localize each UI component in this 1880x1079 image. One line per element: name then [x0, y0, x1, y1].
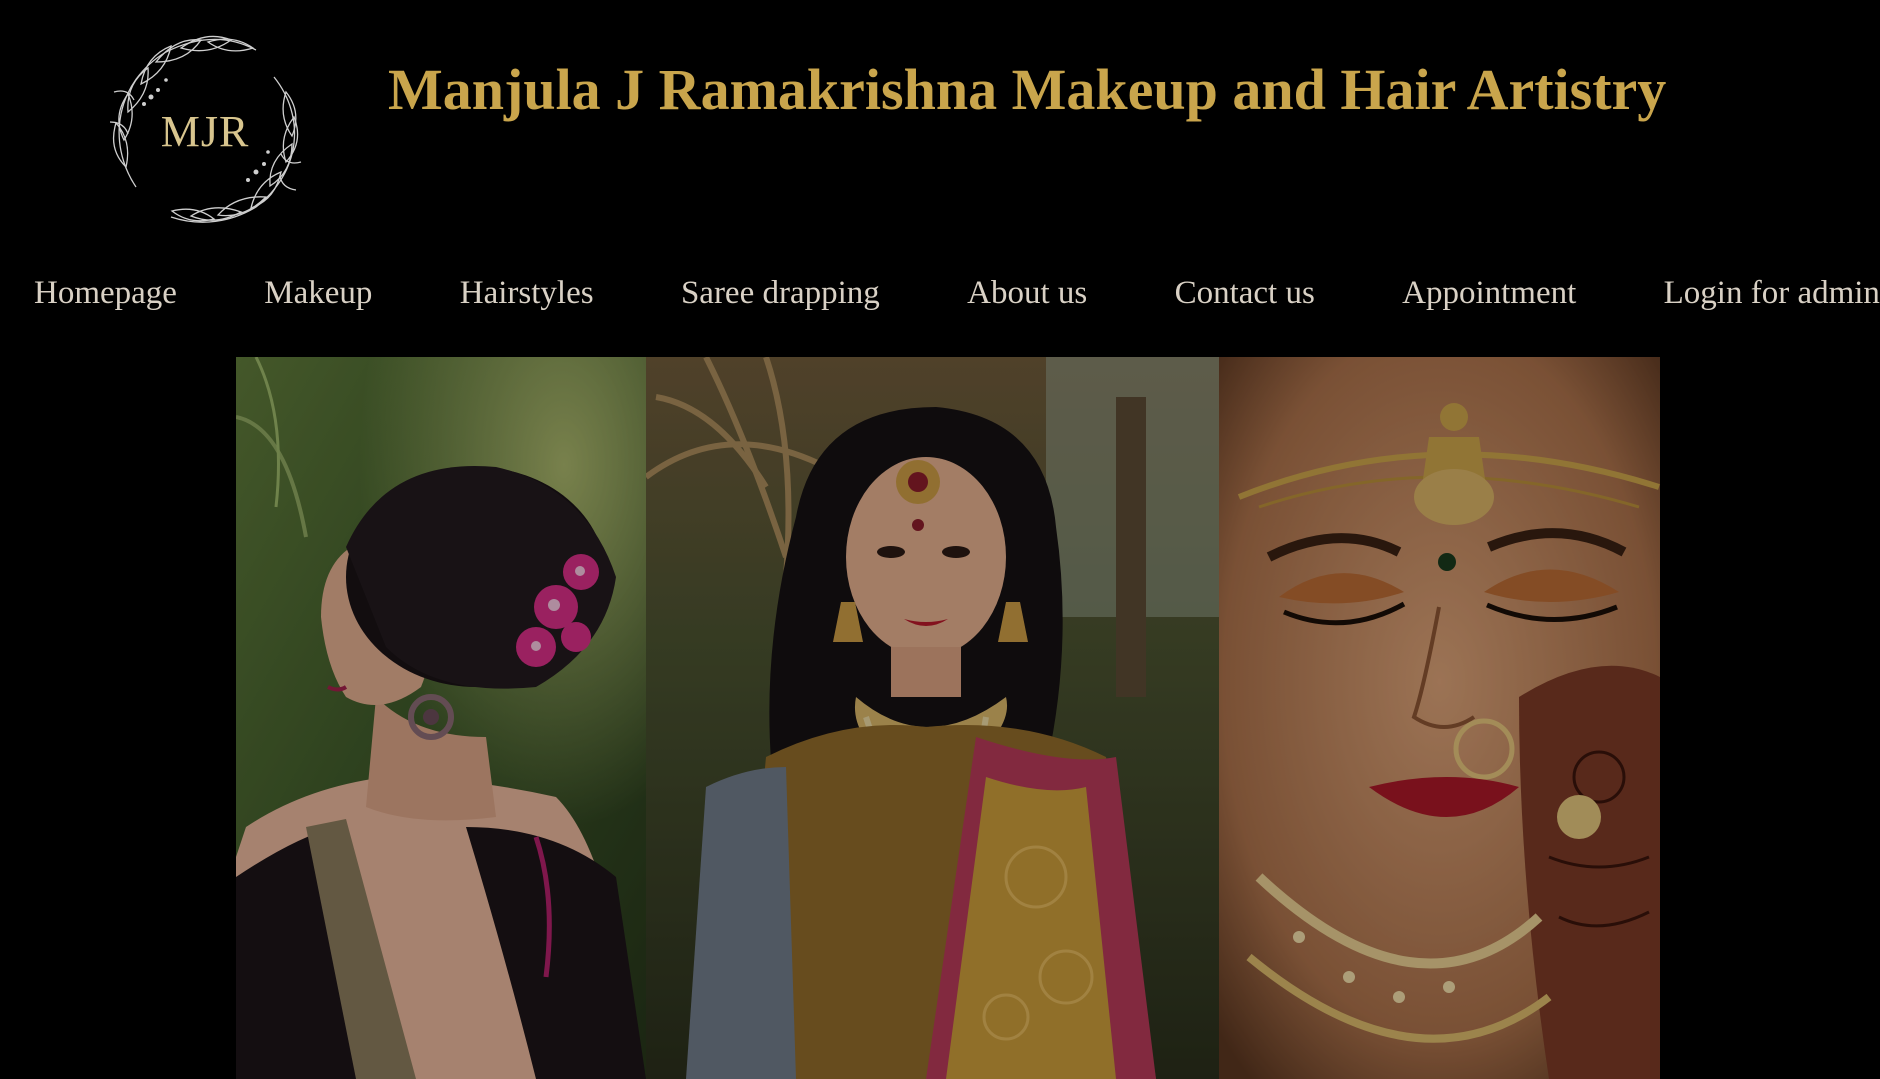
- nav-item-hairstyles[interactable]: Hairstyles: [460, 275, 594, 312]
- logo[interactable]: MJR: [96, 22, 314, 240]
- main-nav: Homepage Makeup Hairstyles Saree drappin…: [0, 268, 1880, 318]
- nav-item-contact-us[interactable]: Contact us: [1175, 275, 1315, 312]
- logo-text: MJR: [160, 106, 250, 156]
- bride-closeup-photo: [1219, 357, 1660, 1079]
- gallery-photo-makeup-closeup[interactable]: [1219, 357, 1660, 1079]
- site-title: Manjula J Ramakrishna Makeup and Hair Ar…: [388, 57, 1667, 122]
- bride-hair-bun-photo: [236, 357, 646, 1079]
- photo-gallery: [236, 357, 1660, 1079]
- nav-item-appointment[interactable]: Appointment: [1402, 275, 1576, 312]
- nav-item-homepage[interactable]: Homepage: [34, 275, 177, 312]
- site-header: MJR Manjula J Ramakrishna Makeup and Hai…: [0, 0, 1880, 250]
- nav-item-saree-drapping[interactable]: Saree drapping: [681, 275, 880, 312]
- nav-item-about-us[interactable]: About us: [967, 275, 1087, 312]
- nav-item-makeup[interactable]: Makeup: [264, 275, 372, 312]
- gallery-photo-bridal-saree[interactable]: [646, 357, 1219, 1079]
- bride-saree-photo: [646, 357, 1219, 1079]
- page: MJR Manjula J Ramakrishna Makeup and Hai…: [0, 0, 1880, 1079]
- nav-item-login-for-admin[interactable]: Login for admin: [1664, 275, 1880, 312]
- gallery-photo-hairstyle[interactable]: [236, 357, 646, 1079]
